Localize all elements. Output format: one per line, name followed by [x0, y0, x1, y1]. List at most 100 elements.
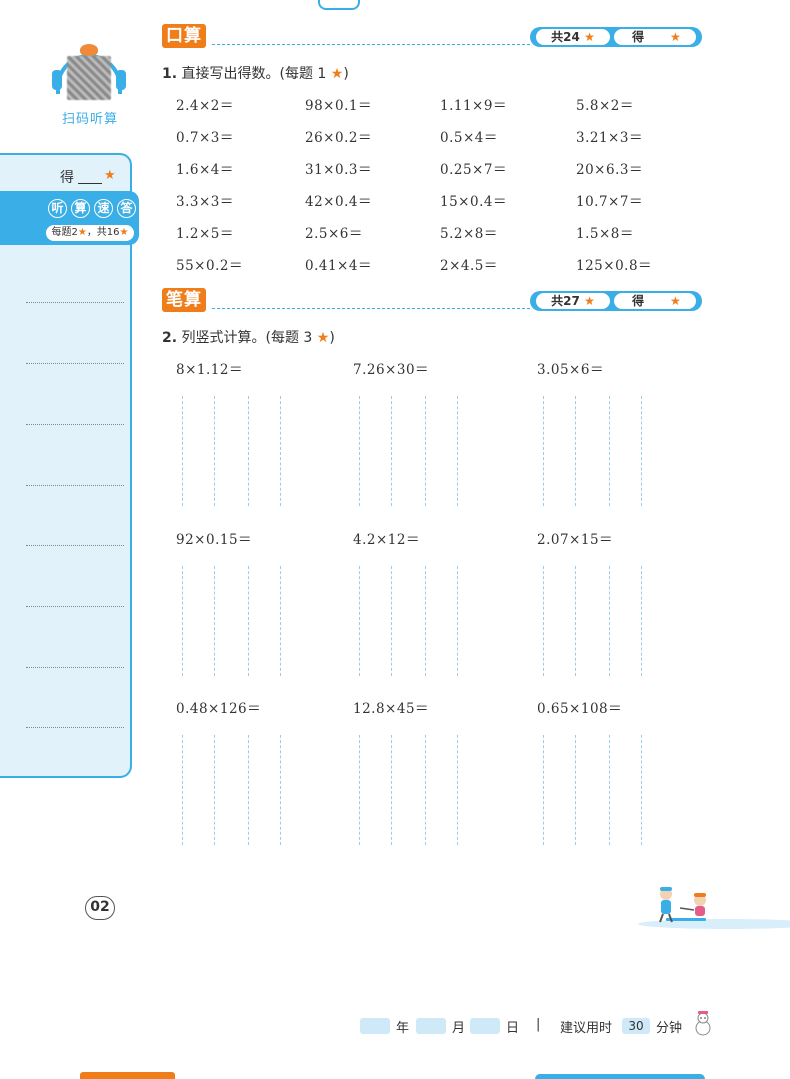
- working-space-line[interactable]: [575, 566, 576, 676]
- section-divider: [212, 308, 530, 309]
- oral-problem: 0.41×4＝: [305, 258, 372, 274]
- oral-problem: 98×0.1＝: [305, 98, 372, 114]
- oral-problem: 1.6×4＝: [176, 162, 234, 178]
- year-label: 年: [396, 1021, 410, 1036]
- working-space-line[interactable]: [359, 735, 360, 845]
- bird-icon: [80, 44, 98, 56]
- oral-problem: 0.25×7＝: [440, 162, 507, 178]
- answer-line-5[interactable]: [26, 545, 124, 546]
- sidebar-rule-suffix: ，共16: [86, 227, 120, 238]
- pill-score-field[interactable]: 得 ★: [614, 293, 696, 309]
- written-problem: 0.65×108＝: [537, 701, 623, 717]
- sidebar-title-char: 速: [94, 199, 113, 218]
- question-text: 直接写出得数。(每题 1: [181, 66, 327, 82]
- month-label: 月: [452, 1021, 466, 1036]
- qr-label: 扫码听算: [61, 112, 118, 127]
- working-space-line[interactable]: [457, 396, 458, 506]
- sidebar-title-char: 听: [48, 199, 67, 218]
- star-icon: ★: [104, 168, 116, 183]
- sidebar-score-label: 得: [60, 170, 74, 186]
- working-space-line[interactable]: [641, 566, 642, 676]
- next-section-tag-peek: [80, 1072, 175, 1079]
- star-icon: ★: [670, 294, 681, 308]
- working-space-line[interactable]: [575, 396, 576, 506]
- written-problem: 8×1.12＝: [176, 362, 243, 378]
- answer-line-3[interactable]: [26, 424, 124, 425]
- year-input[interactable]: [360, 1018, 390, 1034]
- working-space-line[interactable]: [641, 735, 642, 845]
- answer-line-1[interactable]: [26, 302, 124, 303]
- footer-separator: |: [536, 1017, 541, 1032]
- working-space-line[interactable]: [575, 735, 576, 845]
- written-problem: 3.05×6＝: [537, 362, 604, 378]
- star-icon: ★: [316, 330, 330, 346]
- working-space-line[interactable]: [425, 566, 426, 676]
- minutes-unit: 分钟: [656, 1021, 683, 1036]
- answer-line-8[interactable]: [26, 727, 124, 728]
- suggested-minutes: 30: [622, 1018, 650, 1034]
- written-problem: 2.07×15＝: [537, 532, 614, 548]
- working-space-line[interactable]: [280, 566, 281, 676]
- working-space-line[interactable]: [248, 566, 249, 676]
- working-space-line[interactable]: [182, 735, 183, 845]
- working-space-line[interactable]: [248, 735, 249, 845]
- working-space-line[interactable]: [182, 566, 183, 676]
- question-number: 2.: [162, 330, 178, 346]
- star-icon: ★: [330, 66, 344, 82]
- answer-line-4[interactable]: [26, 485, 124, 486]
- star-icon: ★: [670, 30, 681, 44]
- working-space-line[interactable]: [457, 566, 458, 676]
- working-space-line[interactable]: [543, 735, 544, 845]
- working-space-line[interactable]: [391, 566, 392, 676]
- day-input[interactable]: [470, 1018, 500, 1034]
- oral-problem: 0.7×3＝: [176, 130, 234, 146]
- working-space-line[interactable]: [280, 396, 281, 506]
- working-space-line[interactable]: [359, 396, 360, 506]
- star-icon: ★: [119, 227, 129, 238]
- working-space-line[interactable]: [609, 735, 610, 845]
- top-tab-decoration: [318, 0, 360, 10]
- working-space-line[interactable]: [280, 735, 281, 845]
- question-1-title: 1. 直接写出得数。(每题 1 ★): [162, 63, 349, 83]
- written-problem: 92×0.15＝: [176, 532, 253, 548]
- written-problem: 7.26×30＝: [353, 362, 430, 378]
- section-tag-written: 笔算: [162, 288, 206, 312]
- oral-problem: 1.5×8＝: [576, 226, 634, 242]
- qr-code-block[interactable]: 扫码听算: [52, 44, 126, 127]
- oral-problem: 55×0.2＝: [176, 258, 243, 274]
- working-space-line[interactable]: [457, 735, 458, 845]
- working-space-line[interactable]: [641, 396, 642, 506]
- working-space-line[interactable]: [359, 566, 360, 676]
- working-space-line[interactable]: [214, 735, 215, 845]
- month-input[interactable]: [416, 1018, 446, 1034]
- sidebar-score-blank[interactable]: [78, 183, 102, 184]
- working-space-line[interactable]: [182, 396, 183, 506]
- question-2-title: 2. 列竖式计算。(每题 3 ★): [162, 327, 335, 347]
- pill-total-text: 共27: [551, 294, 580, 308]
- answer-line-6[interactable]: [26, 606, 124, 607]
- working-space-line[interactable]: [609, 396, 610, 506]
- question-text-end: ): [329, 330, 335, 346]
- working-space-line[interactable]: [425, 735, 426, 845]
- working-space-line[interactable]: [214, 396, 215, 506]
- answer-line-2[interactable]: [26, 363, 124, 364]
- oral-problem: 1.11×9＝: [440, 98, 507, 114]
- working-space-line[interactable]: [214, 566, 215, 676]
- working-space-line[interactable]: [543, 396, 544, 506]
- oral-problem: 0.5×4＝: [440, 130, 498, 146]
- working-space-line[interactable]: [425, 396, 426, 506]
- working-space-line[interactable]: [391, 735, 392, 845]
- kids-sledding-illustration: [638, 887, 790, 929]
- oral-problem: 3.21×3＝: [576, 130, 643, 146]
- snowman-icon: [695, 1011, 711, 1036]
- working-space-line[interactable]: [248, 396, 249, 506]
- sidebar-title: 听 算 速 答: [48, 199, 136, 218]
- working-space-line[interactable]: [609, 566, 610, 676]
- answer-line-7[interactable]: [26, 667, 124, 668]
- qr-code-image[interactable]: [67, 56, 111, 100]
- pill-score-field[interactable]: 得 ★: [614, 29, 696, 45]
- oral-problem: 20×6.3＝: [576, 162, 643, 178]
- working-space-line[interactable]: [391, 396, 392, 506]
- next-score-pill-peek: [535, 1074, 705, 1079]
- working-space-line[interactable]: [543, 566, 544, 676]
